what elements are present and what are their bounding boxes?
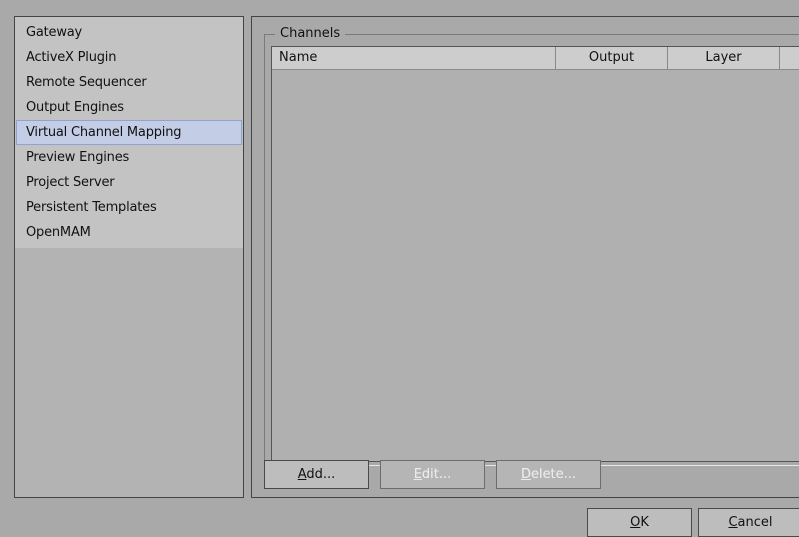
sidebar-item-openmam[interactable]: OpenMAM — [16, 220, 242, 245]
category-items: Gateway ActiveX Plugin Remote Sequencer … — [15, 17, 243, 248]
channels-groupbox: Channels Name Output Layer — [264, 25, 799, 466]
sidebar-item-gateway[interactable]: Gateway — [16, 20, 242, 45]
edit-access-key: E — [413, 467, 422, 482]
sidebar-item-persistent-templates[interactable]: Persistent Templates — [16, 195, 242, 220]
channels-list-header: Name Output Layer — [272, 47, 799, 70]
sidebar-item-preview-engines[interactable]: Preview Engines — [16, 145, 242, 170]
cancel-label-rest: ancel — [737, 515, 773, 530]
delete-label-rest: elete... — [530, 467, 577, 482]
cancel-access-key: C — [728, 515, 738, 530]
delete-button[interactable]: Delete... — [496, 460, 601, 489]
sidebar-item-remote-sequencer[interactable]: Remote Sequencer — [16, 70, 242, 95]
settings-page-panel: Channels Name Output Layer Add... Edit..… — [251, 16, 799, 498]
column-header-output[interactable]: Output — [556, 47, 668, 69]
add-button[interactable]: Add... — [264, 460, 369, 489]
ok-button[interactable]: OK — [587, 508, 692, 537]
sidebar-item-output-engines[interactable]: Output Engines — [16, 95, 242, 120]
add-label-rest: dd... — [306, 467, 336, 482]
delete-access-key: D — [520, 467, 531, 482]
sidebar-item-activex-plugin[interactable]: ActiveX Plugin — [16, 45, 242, 70]
ok-access-key: O — [630, 515, 641, 530]
edit-label-rest: dit... — [421, 467, 452, 482]
sidebar-item-project-server[interactable]: Project Server — [16, 170, 242, 195]
ok-label-rest: K — [640, 515, 649, 530]
cancel-button[interactable]: Cancel — [698, 508, 799, 537]
settings-category-list[interactable]: Gateway ActiveX Plugin Remote Sequencer … — [14, 16, 244, 498]
column-header-name[interactable]: Name — [272, 47, 556, 69]
column-header-filler — [780, 47, 799, 69]
edit-button[interactable]: Edit... — [380, 460, 485, 489]
sidebar-item-virtual-channel-mapping[interactable]: Virtual Channel Mapping — [16, 120, 242, 145]
column-header-layer[interactable]: Layer — [668, 47, 780, 69]
channels-list[interactable]: Name Output Layer — [271, 46, 799, 462]
channels-group-title: Channels — [275, 25, 346, 43]
